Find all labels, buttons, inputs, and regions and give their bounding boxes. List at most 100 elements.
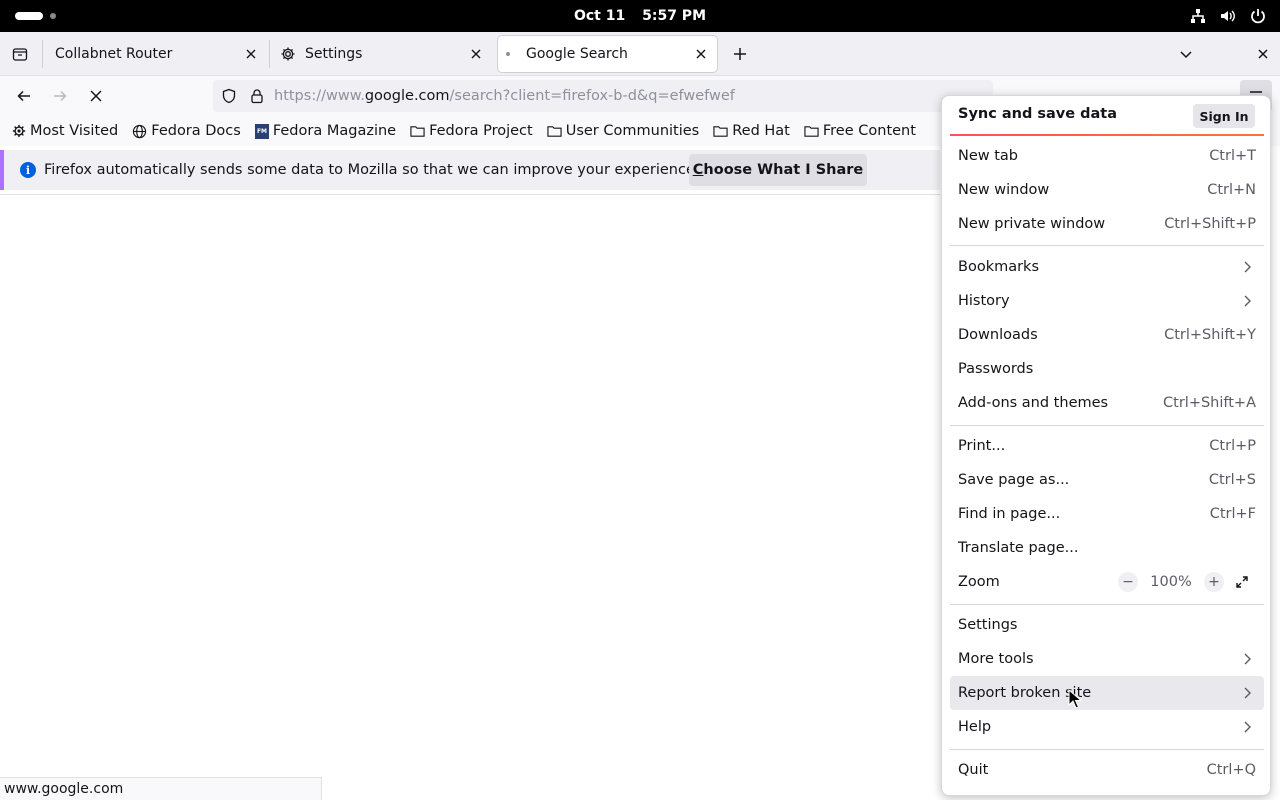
forward-button[interactable] bbox=[48, 84, 72, 108]
bookmark-label: Fedora Magazine bbox=[272, 123, 397, 139]
notification-message: Firefox automatically sends some data to… bbox=[44, 162, 700, 178]
menu-separator bbox=[950, 604, 1264, 605]
choose-what-i-share-button[interactable]: Choose What I Share bbox=[689, 154, 867, 186]
menu-item-label: Help bbox=[958, 719, 992, 735]
clock[interactable]: Oct 11 5:57 PM bbox=[0, 0, 1280, 32]
bookmark-label: Fedora Docs bbox=[151, 123, 241, 139]
menu-item-shortcut: Ctrl+N bbox=[1207, 182, 1256, 198]
bookmark-user-communities[interactable]: User Communities bbox=[547, 123, 700, 139]
menu-item-label: Passwords bbox=[958, 361, 1034, 377]
url-text[interactable]: https://www.google.com/search?client=fir… bbox=[274, 80, 735, 112]
firefox-view-button[interactable] bbox=[8, 42, 32, 66]
chevron-right-icon bbox=[1244, 653, 1251, 665]
fullscreen-button[interactable] bbox=[1232, 572, 1252, 592]
menu-item-label: Print... bbox=[958, 438, 1006, 454]
zoom-controls: − 100% + bbox=[1118, 565, 1252, 599]
menu-item-passwords[interactable]: Passwords bbox=[950, 352, 1264, 386]
menu-item-label: Downloads bbox=[958, 327, 1038, 343]
menu-item-label: More tools bbox=[958, 651, 1034, 667]
close-icon bbox=[471, 49, 481, 59]
fullscreen-icon bbox=[1236, 576, 1248, 588]
menu-item-save-page-as[interactable]: Save page as... Ctrl+S bbox=[950, 463, 1264, 497]
tab-close-button[interactable] bbox=[691, 44, 711, 64]
menu-item-print[interactable]: Print... Ctrl+P bbox=[950, 429, 1264, 463]
menu-item-new-tab[interactable]: New tab Ctrl+T bbox=[950, 139, 1264, 173]
tab-google-search[interactable]: Google Search bbox=[498, 36, 717, 72]
menu-item-translate-page[interactable]: Translate page... bbox=[950, 531, 1264, 565]
menu-separator bbox=[950, 425, 1264, 426]
tab-settings[interactable]: Settings bbox=[272, 36, 492, 72]
menu-item-label: Settings bbox=[958, 617, 1018, 633]
url-domain: google.com bbox=[364, 88, 450, 104]
bookmark-fedora-project[interactable]: Fedora Project bbox=[410, 123, 533, 139]
menu-item-shortcut: Ctrl+Shift+P bbox=[1164, 216, 1256, 232]
tab-divider bbox=[42, 40, 43, 68]
menu-item-shortcut: Ctrl+S bbox=[1208, 472, 1256, 488]
globe-icon bbox=[133, 124, 147, 138]
menu-item-help[interactable]: Help bbox=[950, 710, 1264, 744]
tab-strip: Collabnet Router Settings Google Search bbox=[0, 32, 1280, 76]
system-status-area[interactable] bbox=[1188, 6, 1268, 26]
bookmark-red-hat[interactable]: Red Hat bbox=[713, 123, 790, 139]
status-panel: www.google.com bbox=[0, 777, 322, 800]
power-icon bbox=[1248, 6, 1268, 26]
content-divider bbox=[0, 194, 940, 195]
arrow-right-icon bbox=[54, 90, 67, 102]
tab-title: Google Search bbox=[526, 46, 628, 62]
app-menu-panel: Sync and save data Sign In New tab Ctrl+… bbox=[941, 95, 1271, 796]
menu-item-more-tools[interactable]: More tools bbox=[950, 642, 1264, 676]
network-icon bbox=[1188, 6, 1208, 26]
bookmark-label: Most Visited bbox=[30, 123, 119, 139]
gear-icon bbox=[12, 124, 26, 138]
menu-separator bbox=[950, 245, 1264, 246]
folder-icon bbox=[410, 126, 425, 137]
zoom-out-button[interactable]: − bbox=[1118, 572, 1138, 592]
folder-icon bbox=[547, 126, 562, 137]
tab-close-button[interactable] bbox=[466, 44, 486, 64]
menu-item-new-window[interactable]: New window Ctrl+N bbox=[950, 173, 1264, 207]
zoom-in-button[interactable]: + bbox=[1204, 572, 1224, 592]
menu-item-history[interactable]: History bbox=[950, 284, 1264, 318]
close-icon bbox=[1258, 49, 1268, 59]
menu-item-shortcut: Ctrl+Q bbox=[1206, 762, 1256, 778]
menu-item-report-broken-site[interactable]: Report broken site bbox=[950, 676, 1264, 710]
menu-item-quit[interactable]: Quit Ctrl+Q bbox=[950, 753, 1264, 787]
tracking-protection-icon[interactable] bbox=[221, 88, 237, 104]
sign-in-button[interactable]: Sign In bbox=[1193, 104, 1255, 128]
back-button[interactable] bbox=[12, 84, 36, 108]
stop-button[interactable] bbox=[84, 84, 108, 108]
menu-item-label: Translate page... bbox=[958, 540, 1079, 556]
list-all-tabs-button[interactable] bbox=[1174, 42, 1198, 66]
close-icon bbox=[246, 49, 256, 59]
menu-item-settings[interactable]: Settings bbox=[950, 608, 1264, 642]
url-bar[interactable]: https://www.google.com/search?client=fir… bbox=[213, 80, 993, 112]
gear-icon bbox=[281, 47, 295, 61]
menu-item-downloads[interactable]: Downloads Ctrl+Shift+Y bbox=[950, 318, 1264, 352]
chevron-right-icon bbox=[1244, 261, 1251, 273]
zoom-reset-button[interactable]: 100% bbox=[1146, 574, 1196, 590]
menu-item-label: New private window bbox=[958, 216, 1106, 232]
menu-item-label: Find in page... bbox=[958, 506, 1061, 522]
bookmark-fedora-docs[interactable]: Fedora Docs bbox=[132, 123, 241, 139]
menu-item-new-private-window[interactable]: New private window Ctrl+Shift+P bbox=[950, 207, 1264, 241]
data-reporting-notification: i Firefox automatically sends some data … bbox=[0, 150, 940, 190]
sync-title: Sync and save data bbox=[958, 106, 1118, 122]
bookmark-label: User Communities bbox=[565, 123, 700, 139]
menu-item-find-in-page[interactable]: Find in page... Ctrl+F bbox=[950, 497, 1264, 531]
fedora-magazine-icon: FM bbox=[254, 123, 269, 139]
tab-collabnet-router[interactable]: Collabnet Router bbox=[45, 36, 267, 72]
bookmark-free-content[interactable]: Free Content bbox=[804, 123, 916, 139]
lock-icon[interactable] bbox=[249, 88, 265, 104]
loading-indicator-icon bbox=[506, 52, 510, 56]
bookmark-fedora-magazine[interactable]: FM Fedora Magazine bbox=[254, 123, 397, 139]
tab-close-button[interactable] bbox=[241, 44, 261, 64]
new-tab-button[interactable] bbox=[728, 42, 752, 66]
window-close-button[interactable] bbox=[1251, 42, 1275, 66]
menu-item-shortcut: Ctrl+Shift+A bbox=[1163, 395, 1256, 411]
menu-separator bbox=[950, 749, 1264, 750]
chevron-down-icon bbox=[1180, 51, 1192, 59]
plus-icon bbox=[734, 48, 746, 60]
menu-item-bookmarks[interactable]: Bookmarks bbox=[950, 250, 1264, 284]
bookmark-most-visited[interactable]: Most Visited bbox=[12, 123, 118, 139]
menu-item-addons-and-themes[interactable]: Add-ons and themes Ctrl+Shift+A bbox=[950, 386, 1264, 420]
